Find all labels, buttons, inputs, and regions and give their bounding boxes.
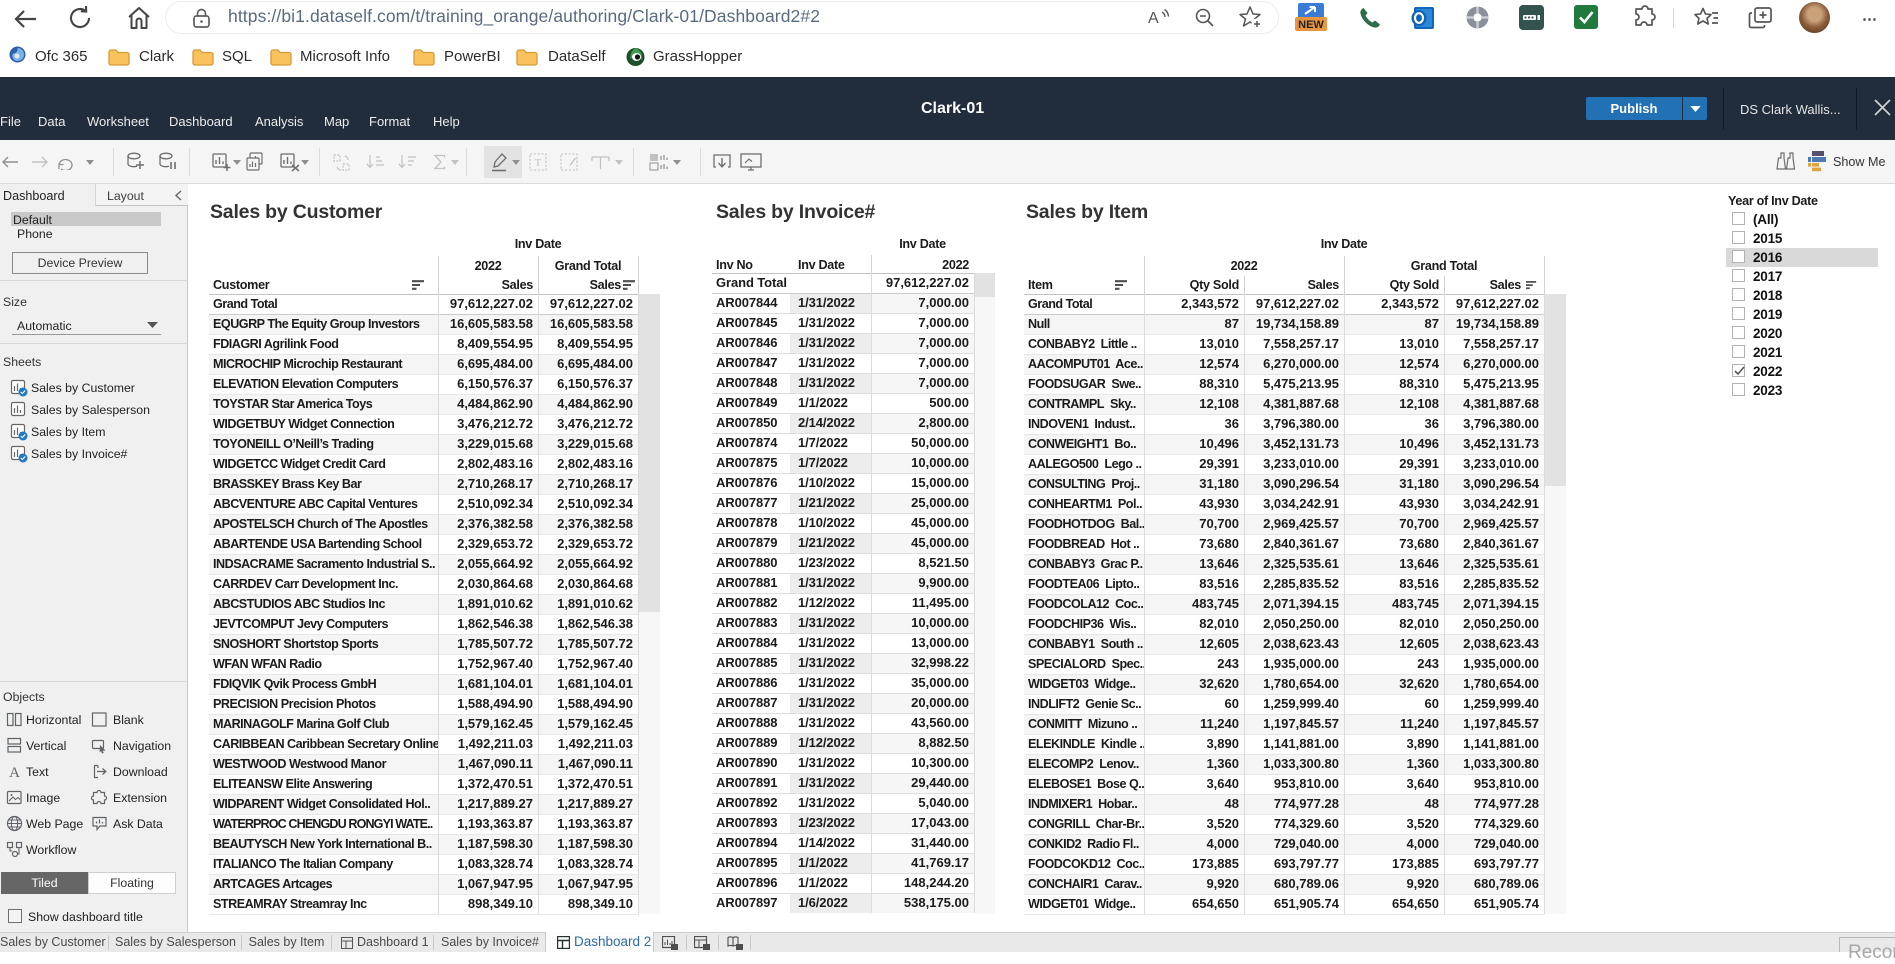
svg-text:A: A <box>1148 10 1159 27</box>
svg-text:A: A <box>9 765 20 780</box>
svg-text:T: T <box>535 157 542 169</box>
svg-text:NEW: NEW <box>1298 19 1324 31</box>
